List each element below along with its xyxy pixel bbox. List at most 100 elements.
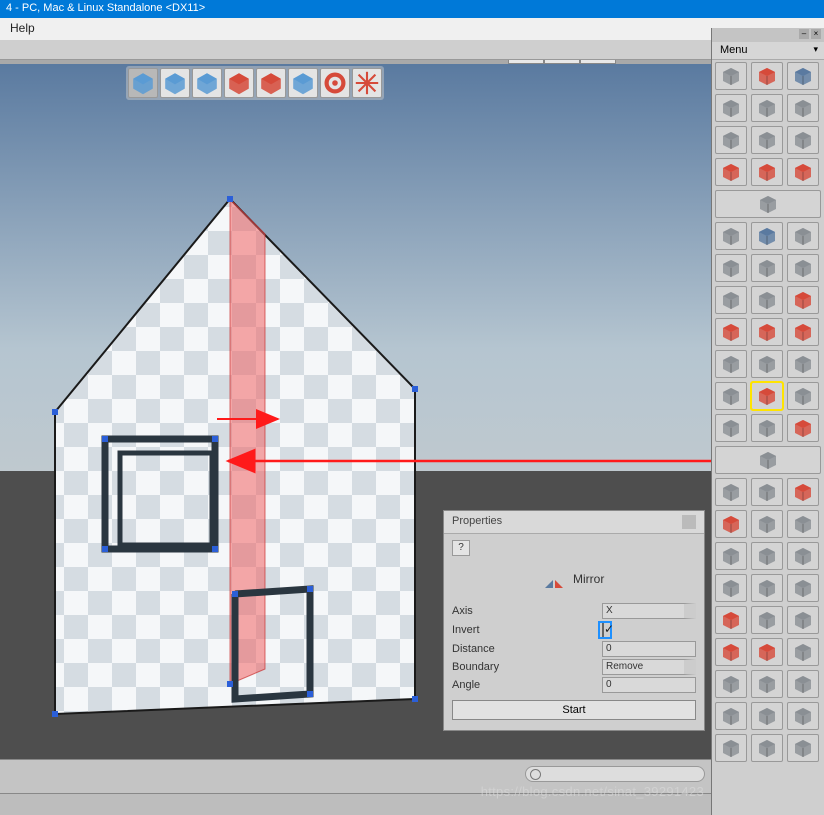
curve-arc-button[interactable] — [787, 126, 819, 154]
scene-header — [0, 40, 711, 60]
prim-sphere-button[interactable] — [787, 94, 819, 122]
mirror-red-button[interactable] — [751, 382, 783, 410]
rotate-button[interactable] — [715, 574, 747, 602]
mirror-tool-button[interactable] — [715, 382, 747, 410]
edge-gray-button[interactable] — [751, 478, 783, 506]
shape-cube-button[interactable] — [715, 62, 747, 90]
menu-bar: Help — [0, 18, 824, 40]
close-icon[interactable] — [682, 515, 696, 529]
shape-c-button[interactable] — [787, 702, 819, 730]
fan-button[interactable] — [715, 286, 747, 314]
shape-poly-button[interactable] — [787, 62, 819, 90]
bevel-1-button[interactable] — [715, 350, 747, 378]
line-tool-button[interactable] — [715, 190, 821, 218]
step-red-button[interactable] — [751, 638, 783, 666]
shape-a-button[interactable] — [715, 702, 747, 730]
vertex-mode-btn[interactable] — [160, 68, 190, 98]
block-2-button[interactable] — [751, 414, 783, 442]
bars-button[interactable] — [751, 606, 783, 634]
panel-controls: – × — [712, 28, 824, 42]
settings-btn[interactable] — [320, 68, 350, 98]
close-panel-icon[interactable]: × — [811, 29, 821, 39]
stairs-red-button[interactable] — [787, 414, 819, 442]
angle-row: Angle 0 — [452, 676, 696, 694]
extrude-side-button[interactable] — [751, 318, 783, 346]
angle-field[interactable]: 0 — [602, 677, 696, 693]
eraser-button[interactable] — [715, 478, 747, 506]
bezier-pen-button[interactable] — [715, 126, 747, 154]
graph-red-button[interactable] — [787, 478, 819, 506]
center-btn[interactable] — [352, 68, 382, 98]
cylinder-vert-button[interactable] — [751, 254, 783, 282]
face-mode-btn[interactable] — [224, 68, 254, 98]
add-btn[interactable] — [288, 68, 318, 98]
properties-title: Properties — [452, 515, 502, 529]
tool-y-button[interactable] — [751, 734, 783, 762]
curve-line-button[interactable] — [751, 126, 783, 154]
extrude-up-button[interactable] — [715, 318, 747, 346]
list-red-button[interactable] — [715, 510, 747, 538]
bevel-3-button[interactable] — [787, 350, 819, 378]
prim-cylinder-button[interactable] — [751, 94, 783, 122]
minimize-icon[interactable]: – — [799, 29, 809, 39]
tool-panel: – × Menu — [711, 28, 824, 815]
boundary-select[interactable]: Remove — [602, 659, 696, 675]
block-side-button[interactable] — [751, 542, 783, 570]
stairs-button[interactable] — [715, 254, 747, 282]
col-1-button[interactable] — [751, 510, 783, 538]
axis-row: Axis X — [452, 602, 696, 620]
face-sel-btn[interactable] — [256, 68, 286, 98]
scene-viewport[interactable]: Properties ? Mirror Axis X Invert — [0, 64, 711, 765]
cyl-gray-button[interactable] — [787, 574, 819, 602]
properties-title-bar[interactable]: Properties — [444, 511, 704, 534]
help-button[interactable]: ? — [452, 540, 470, 556]
scale-red-button[interactable] — [715, 158, 747, 186]
prim-cube-button[interactable] — [715, 94, 747, 122]
boundary-label: Boundary — [452, 661, 602, 673]
expand-red-button[interactable] — [787, 158, 819, 186]
spiral-button[interactable] — [787, 382, 819, 410]
box-dark-button[interactable] — [787, 222, 819, 250]
house-model[interactable] — [40, 159, 440, 719]
object-mode-btn[interactable] — [128, 68, 158, 98]
box-blue-button[interactable] — [751, 222, 783, 250]
invert-checkbox[interactable] — [602, 623, 604, 637]
edge-mode-btn[interactable] — [192, 68, 222, 98]
disc-down-button[interactable] — [715, 542, 747, 570]
menu-help[interactable]: Help — [10, 21, 35, 35]
window-title: 4 - PC, Mac & Linux Standalone <DX11> — [6, 2, 205, 14]
search-input[interactable] — [525, 766, 705, 782]
sphere-gray-button[interactable] — [751, 286, 783, 314]
extrude-both-button[interactable] — [787, 318, 819, 346]
shape-cube-red-button[interactable] — [751, 62, 783, 90]
tex-1-button[interactable] — [715, 670, 747, 698]
angle-label: Angle — [452, 679, 602, 691]
block-1-button[interactable] — [715, 414, 747, 442]
single-cube-button[interactable] — [715, 446, 821, 474]
blank-button[interactable] — [787, 638, 819, 666]
axis-select[interactable]: X — [602, 603, 696, 619]
invert-row: Invert — [452, 620, 696, 640]
tool-z-button[interactable] — [787, 734, 819, 762]
bar-button[interactable] — [751, 574, 783, 602]
box-gray-button[interactable] — [715, 222, 747, 250]
cyl-b-button[interactable] — [751, 702, 783, 730]
axis-red-button[interactable] — [715, 638, 747, 666]
invert-label: Invert — [452, 624, 602, 636]
start-button[interactable]: Start — [452, 700, 696, 720]
distance-field[interactable]: 0 — [602, 641, 696, 657]
col-3-button[interactable] — [787, 542, 819, 570]
axis-gizmo-button[interactable] — [787, 606, 819, 634]
properties-panel: Properties ? Mirror Axis X Invert — [443, 510, 705, 731]
menu-dropdown[interactable]: Menu — [712, 42, 824, 60]
distance-label: Distance — [452, 643, 602, 655]
bevel-2-button[interactable] — [751, 350, 783, 378]
tex-2-button[interactable] — [751, 670, 783, 698]
cone-red-button[interactable] — [787, 286, 819, 314]
tex-3-button[interactable] — [787, 670, 819, 698]
disc-red-button[interactable] — [751, 158, 783, 186]
tool-x-button[interactable] — [715, 734, 747, 762]
arrows-red-button[interactable] — [715, 606, 747, 634]
col-2-button[interactable] — [787, 510, 819, 538]
cone-button[interactable] — [787, 254, 819, 282]
